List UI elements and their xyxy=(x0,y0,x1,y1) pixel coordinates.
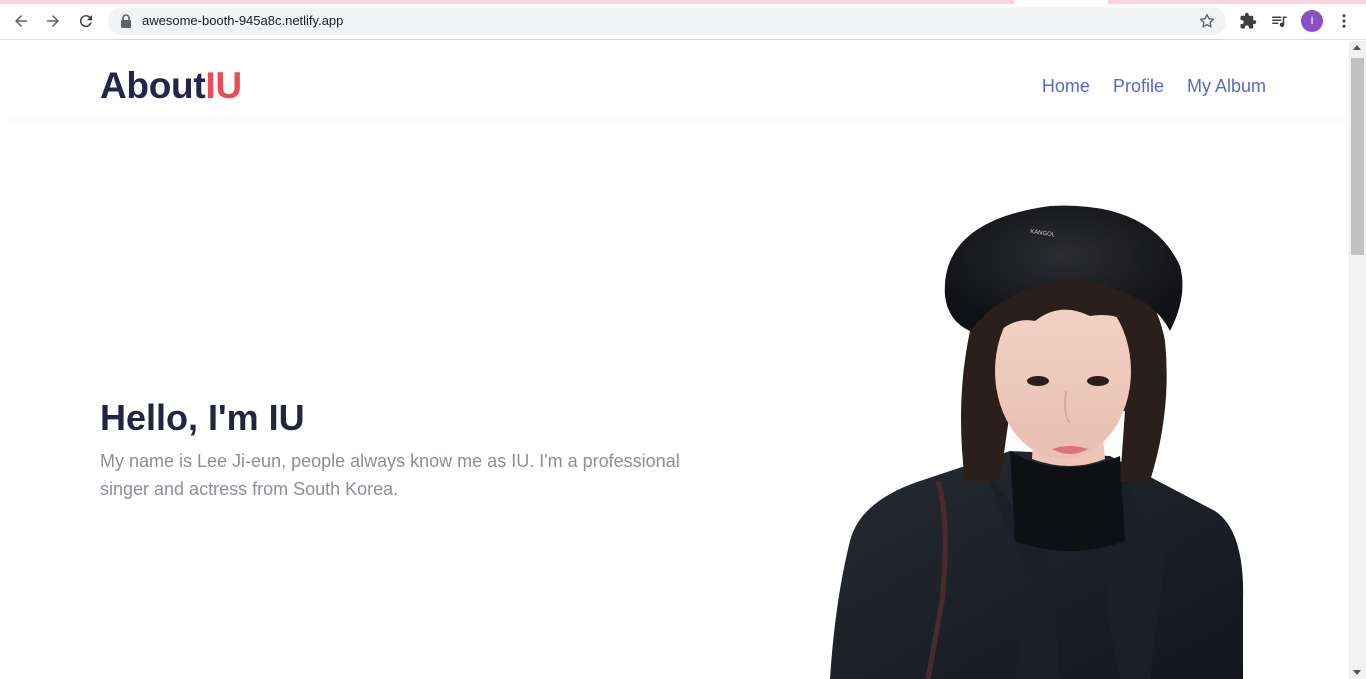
forward-button[interactable] xyxy=(41,9,65,33)
url-text: awesome-booth-945a8c.netlify.app xyxy=(142,13,344,28)
browser-menu-button[interactable] xyxy=(1333,10,1355,32)
arrow-left-icon xyxy=(15,15,27,27)
nav-link-profile[interactable]: Profile xyxy=(1113,76,1164,97)
portrait-photo: KANGOL xyxy=(830,205,1244,679)
reload-button[interactable] xyxy=(74,9,98,33)
address-bar[interactable]: awesome-booth-945a8c.netlify.app xyxy=(108,7,1226,35)
media-control-button[interactable] xyxy=(1268,10,1290,32)
puzzle-icon xyxy=(1240,12,1257,29)
web-page: AboutIU Home Profile My Album Hello, I'm… xyxy=(0,41,1349,679)
tab-strip-accent xyxy=(0,0,1366,4)
extensions-button[interactable] xyxy=(1237,10,1259,32)
arrow-right-icon xyxy=(47,15,59,27)
logo-main-text: About xyxy=(100,65,206,106)
bookmark-star-icon[interactable] xyxy=(1198,12,1216,30)
kebab-menu-icon xyxy=(1342,14,1346,28)
logo-accent-text: IU xyxy=(205,65,242,106)
playlist-icon xyxy=(1272,16,1287,28)
nav-link-home[interactable]: Home xyxy=(1042,76,1090,97)
site-header: AboutIU Home Profile My Album xyxy=(0,41,1349,117)
hero-description: My name is Lee Ji-eun, people always kno… xyxy=(100,451,680,499)
main-nav: Home Profile My Album xyxy=(1042,76,1266,97)
lock-icon xyxy=(121,14,131,28)
site-logo[interactable]: AboutIU xyxy=(100,65,242,107)
nav-link-my-album[interactable]: My Album xyxy=(1187,76,1266,97)
reload-icon xyxy=(79,15,92,28)
page-scrollbar[interactable] xyxy=(1349,41,1366,679)
scroll-up-arrow-icon[interactable] xyxy=(1353,45,1361,50)
profile-avatar[interactable]: I xyxy=(1301,10,1323,32)
hero-title: Hello, I'm IU xyxy=(100,397,305,438)
browser-toolbar: awesome-booth-945a8c.netlify.app I xyxy=(0,0,1366,40)
back-button[interactable] xyxy=(9,9,33,33)
scroll-down-arrow-icon[interactable] xyxy=(1353,670,1361,675)
scroll-thumb[interactable] xyxy=(1351,58,1364,255)
